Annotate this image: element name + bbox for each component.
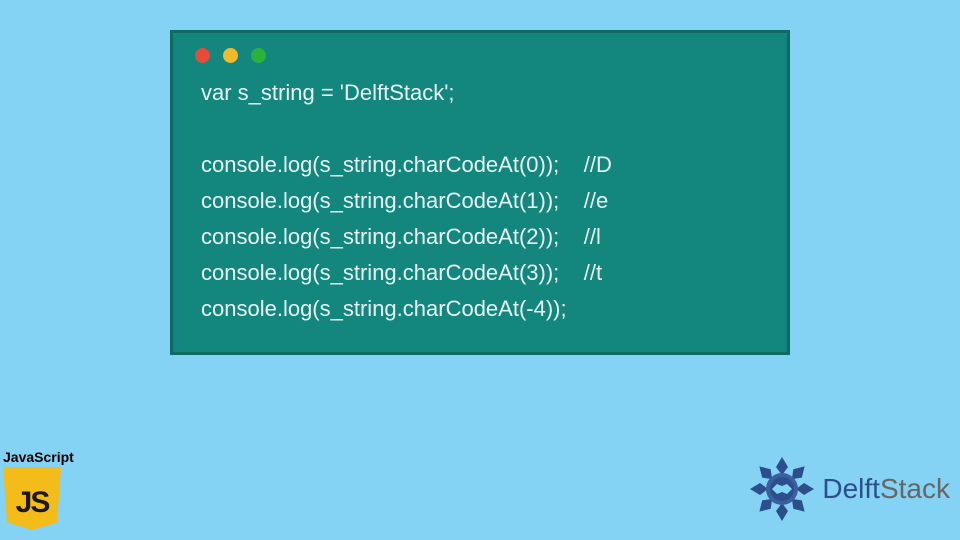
code-line: var s_string = 'DelftStack';: [201, 75, 767, 111]
code-content: var s_string = 'DelftStack'; console.log…: [173, 75, 787, 327]
close-icon: [195, 48, 210, 63]
window-controls: [173, 48, 787, 75]
javascript-label: JavaScript: [3, 449, 78, 465]
brand-part1: Delft: [822, 473, 880, 504]
maximize-icon: [251, 48, 266, 63]
js-shield-icon: JS: [3, 467, 61, 530]
brand-text: DelftStack: [822, 473, 950, 505]
code-line: console.log(s_string.charCodeAt(2)); //l: [201, 219, 767, 255]
blank-line: [201, 111, 767, 147]
code-line: console.log(s_string.charCodeAt(0)); //D: [201, 147, 767, 183]
code-line: console.log(s_string.charCodeAt(-4));: [201, 291, 767, 327]
js-letters: JS: [16, 486, 49, 520]
code-window: var s_string = 'DelftStack'; console.log…: [170, 30, 790, 355]
code-line: console.log(s_string.charCodeAt(3)); //t: [201, 255, 767, 291]
mandala-icon: [746, 453, 818, 525]
brand-part2: Stack: [880, 473, 950, 504]
delftstack-logo: DelftStack: [746, 453, 950, 525]
code-line: console.log(s_string.charCodeAt(1)); //e: [201, 183, 767, 219]
javascript-badge: JavaScript JS: [3, 449, 78, 530]
minimize-icon: [223, 48, 238, 63]
